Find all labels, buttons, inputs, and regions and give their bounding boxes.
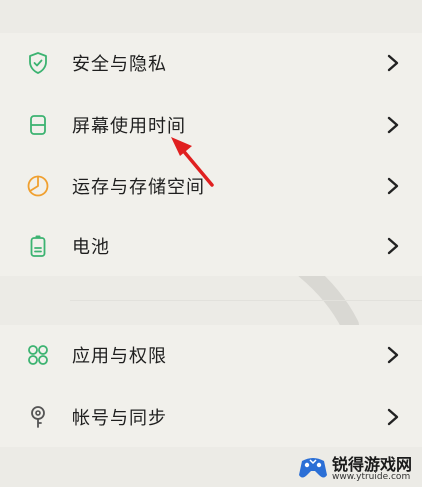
- row-label-security-privacy: 安全与隐私: [72, 54, 167, 75]
- app-grid-icon: [26, 343, 50, 367]
- section-divider: [70, 300, 422, 301]
- row-label-screen-time: 屏幕使用时间: [72, 116, 186, 137]
- chevron-right-icon: [386, 177, 400, 195]
- row-label-memory-storage: 运存与存储空间: [72, 177, 205, 198]
- hourglass-icon: [26, 113, 50, 137]
- chevron-right-icon: [386, 54, 400, 72]
- row-screen-time[interactable]: 屏幕使用时间: [0, 95, 422, 155]
- chevron-right-icon: [386, 408, 400, 426]
- row-security-privacy[interactable]: 安全与隐私: [0, 33, 422, 93]
- row-battery[interactable]: 电池: [0, 216, 422, 276]
- shield-check-icon: [26, 51, 50, 75]
- row-account-sync[interactable]: 帐号与同步: [0, 387, 422, 447]
- row-label-account-sync: 帐号与同步: [72, 408, 167, 429]
- battery-icon: [26, 234, 50, 258]
- row-label-apps-permissions: 应用与权限: [72, 346, 167, 367]
- chevron-right-icon: [386, 116, 400, 134]
- row-apps-permissions[interactable]: 应用与权限: [0, 325, 422, 385]
- pie-chart-icon: [26, 174, 50, 198]
- settings-group-2: 应用与权限 帐号与同步: [0, 325, 422, 447]
- watermark: 锐得游戏网 www.ytruide.com: [296, 447, 422, 487]
- row-memory-storage[interactable]: 运存与存储空间: [0, 156, 422, 216]
- row-label-battery: 电池: [72, 237, 110, 258]
- chevron-right-icon: [386, 237, 400, 255]
- gamepad-logo-icon: [296, 451, 330, 483]
- watermark-url: www.ytruide.com: [332, 472, 411, 482]
- settings-group-1: 安全与隐私 屏幕使用时间 运存与存储空间 电池: [0, 33, 422, 276]
- chevron-right-icon: [386, 346, 400, 364]
- key-icon: [26, 405, 50, 429]
